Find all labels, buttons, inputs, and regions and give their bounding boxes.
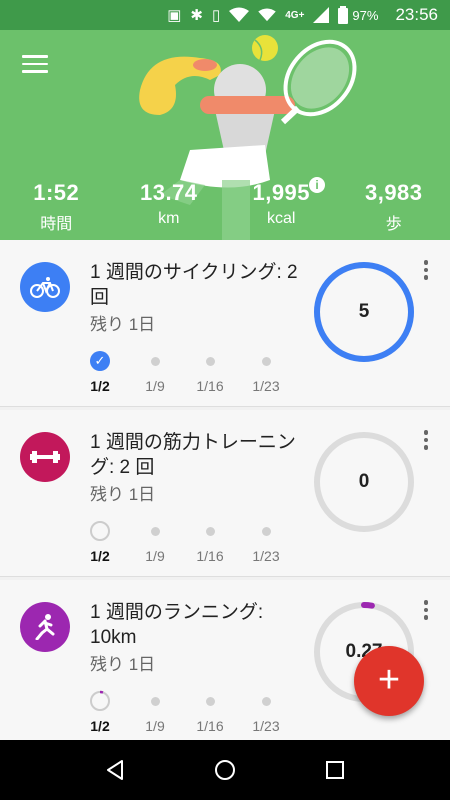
menu-button[interactable] <box>22 55 48 77</box>
week-item[interactable]: ✓ 1/2 <box>72 348 128 394</box>
more-options-icon[interactable] <box>422 430 430 452</box>
goal-remaining: 残り 1日 <box>90 485 156 504</box>
week-item[interactable]: 1/23 <box>238 518 294 564</box>
goal-remaining: 残り 1日 <box>90 655 156 674</box>
running-icon <box>20 602 70 652</box>
stat-value: 13.74 <box>139 180 198 205</box>
week-progress: ✓ 1/2 1/9 1/16 1/23 <box>72 348 292 398</box>
bike-icon <box>20 262 70 312</box>
goal-progress-value: 5 <box>358 301 370 322</box>
network-type: 4G+ <box>285 9 305 21</box>
more-options-icon[interactable] <box>422 600 430 622</box>
week-label: 1/9 <box>145 378 165 394</box>
vibrate-icon: ▣ <box>167 7 182 24</box>
battery-level: 97% <box>352 7 379 23</box>
week-progress: 1/2 1/9 1/16 1/23 <box>72 688 292 738</box>
stat-label: 時間 <box>40 216 73 233</box>
week-label: 1/2 <box>90 378 110 394</box>
stat-distance: 13.74 km <box>113 180 226 240</box>
status-bar: ▣ ✱ ▯ 4G+ 97% 23:56 <box>0 0 450 30</box>
week-item[interactable]: 1/9 <box>127 688 183 734</box>
back-button[interactable] <box>85 740 145 800</box>
week-item[interactable]: 1/23 <box>238 688 294 734</box>
goal-title: 1 週間のランニング: 10km <box>90 602 264 648</box>
goal-title: 1 週間のサイクリング: 2 回 <box>90 262 298 308</box>
home-button[interactable] <box>195 740 255 800</box>
week-label: 1/23 <box>252 378 280 394</box>
home-icon <box>215 760 235 780</box>
more-options-icon[interactable] <box>422 260 430 282</box>
dumbbell-icon <box>20 432 70 482</box>
header-banner: 1:52 時間 13.74 km 1,995 kcal i 3,983 歩 <box>0 30 450 240</box>
goal-title: 1 週間の筋力トレーニング: 2 回 <box>90 432 296 478</box>
wifi-icon <box>229 7 250 22</box>
week-label: 1/23 <box>252 548 280 564</box>
check-icon: ✓ <box>90 351 110 371</box>
stat-steps: 3,983 歩 <box>338 180 450 240</box>
recents-button[interactable] <box>305 740 365 800</box>
partial-progress-icon <box>90 690 110 711</box>
week-item[interactable]: 1/9 <box>127 518 183 564</box>
goal-card-strength[interactable]: 1 週間の筋力トレーニング: 2 回 残り 1日 0 1/2 1/9 1/16 … <box>0 410 450 577</box>
clock: 23:56 <box>395 5 438 24</box>
week-item[interactable]: 1/16 <box>182 518 238 564</box>
week-label: 1/2 <box>90 718 110 734</box>
week-label: 1/2 <box>90 548 110 564</box>
week-progress: 1/2 1/9 1/16 1/23 <box>72 518 292 568</box>
stats-summary: 1:52 時間 13.74 km 1,995 kcal i 3,983 歩 <box>0 177 450 240</box>
goal-card-cycling[interactable]: 1 週間のサイクリング: 2 回 残り 1日 5 ✓ 1/2 1/9 1/16 … <box>0 240 450 407</box>
week-item[interactable]: 1/2 <box>72 688 128 734</box>
stat-label: km <box>158 210 180 227</box>
goal-progress-value: 0 <box>358 471 370 492</box>
week-item[interactable]: 1/23 <box>238 348 294 394</box>
week-item[interactable]: 1/16 <box>182 688 238 734</box>
recents-icon <box>326 761 344 779</box>
wifi-secondary-icon <box>258 8 276 22</box>
week-label: 1/16 <box>196 718 224 734</box>
week-label: 1/9 <box>145 718 165 734</box>
week-item[interactable]: 1/9 <box>127 348 183 394</box>
info-icon[interactable]: i <box>309 177 325 193</box>
week-label: 1/9 <box>145 548 165 564</box>
nfc-icon: ▯ <box>211 7 221 24</box>
week-item[interactable]: 1/2 <box>72 518 128 564</box>
add-button[interactable]: + <box>354 646 424 716</box>
bluetooth-icon: ✱ <box>190 7 203 24</box>
stat-value: 3,983 <box>364 180 423 205</box>
week-label: 1/23 <box>252 718 280 734</box>
stat-label: 歩 <box>385 216 402 233</box>
stat-value: 1:52 <box>33 180 80 205</box>
week-label: 1/16 <box>196 378 224 394</box>
week-item[interactable]: 1/16 <box>182 348 238 394</box>
signal-icon <box>313 7 330 23</box>
goal-remaining: 残り 1日 <box>90 315 156 334</box>
back-icon <box>107 760 123 780</box>
stat-label: kcal <box>267 210 296 227</box>
battery-icon <box>338 6 349 24</box>
system-nav-bar <box>0 740 450 800</box>
stat-calories: 1,995 kcal i <box>225 177 338 240</box>
stat-time: 1:52 時間 <box>0 180 113 240</box>
week-label: 1/16 <box>196 548 224 564</box>
